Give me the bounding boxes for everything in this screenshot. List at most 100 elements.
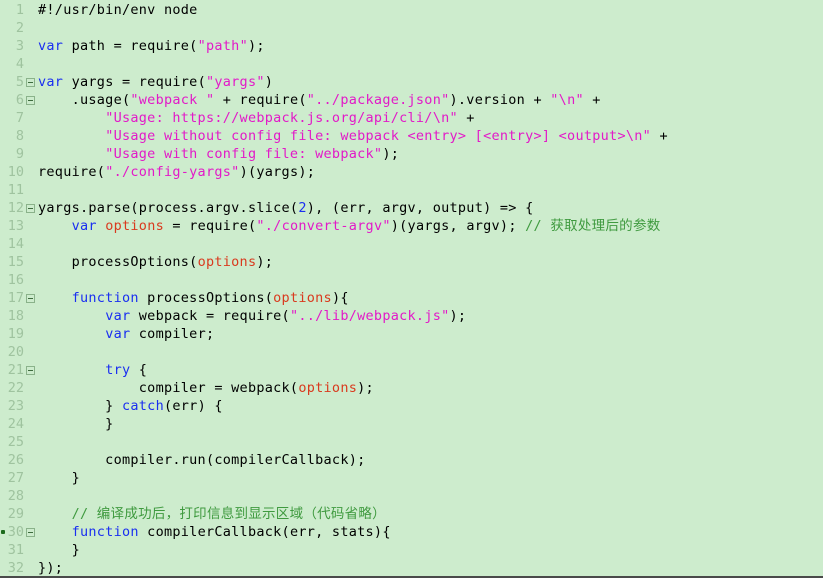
code-line-text[interactable]: function compilerCallback(err, stats){ — [38, 523, 391, 541]
code-line[interactable]: 11 — [0, 181, 823, 199]
code-line[interactable]: 28 — [0, 487, 823, 505]
line-number: 22 — [7, 380, 24, 396]
code-line[interactable]: 23 } catch(err) { — [0, 397, 823, 415]
code-line[interactable]: 9 "Usage with config file: webpack"); — [0, 145, 823, 163]
code-line-text[interactable]: function processOptions(options){ — [38, 289, 349, 307]
token-plain: ).version + — [449, 92, 551, 108]
line-number: 11 — [7, 182, 24, 198]
code-line-text[interactable]: } — [38, 541, 80, 559]
line-number: 2 — [15, 20, 24, 36]
line-number: 5 — [15, 74, 24, 90]
code-line[interactable]: 13 var options = require("./convert-argv… — [0, 217, 823, 235]
token-num: 2 — [298, 200, 307, 216]
code-line-text[interactable]: compiler = webpack(options); — [38, 379, 374, 397]
code-line[interactable]: 24 } — [0, 415, 823, 433]
code-line[interactable]: 16 — [0, 271, 823, 289]
code-line[interactable]: 14 — [0, 235, 823, 253]
token-plain: )(yargs, argv); — [390, 218, 526, 234]
code-line[interactable]: 32}); — [0, 559, 823, 576]
code-line[interactable]: 19 var compiler; — [0, 325, 823, 343]
code-fold-collapse-icon[interactable] — [26, 528, 35, 537]
code-line-text[interactable]: } — [38, 469, 80, 487]
line-number: 32 — [7, 560, 24, 576]
code-line[interactable]: 6 .usage("webpack " + require("../packag… — [0, 91, 823, 109]
token-plain: compiler = webpack( — [38, 380, 299, 396]
code-line[interactable]: 31 } — [0, 541, 823, 559]
code-line[interactable]: 10 require("./config-yargs")(yargs); — [0, 163, 823, 181]
code-line[interactable]: 30 function compilerCallback(err, stats)… — [0, 523, 823, 541]
line-number: 27 — [7, 470, 24, 486]
code-line[interactable]: 8 "Usage without config file: webpack <e… — [0, 127, 823, 145]
token-plain: { — [130, 362, 148, 378]
code-fold-collapse-icon[interactable] — [26, 366, 35, 375]
token-plain: ), (err, argv, output) => { — [306, 200, 534, 216]
code-line-text[interactable]: yargs.parse(process.argv.slice(2), (err,… — [38, 199, 533, 217]
code-line[interactable]: 5 var yargs = require("yargs") — [0, 73, 823, 91]
code-line[interactable]: 12 yargs.parse(process.argv.slice(2), (er… — [0, 199, 823, 217]
token-plain: ); — [256, 254, 274, 270]
line-number: 26 — [7, 452, 24, 468]
code-editor-pane[interactable]: 1 #!/usr/bin/env node 2 3 var path = require… — [0, 0, 823, 578]
code-line-text[interactable]: } — [38, 415, 114, 433]
code-line-text[interactable]: try { — [38, 361, 147, 379]
token-plain: yargs = require( — [63, 74, 206, 90]
line-number: 12 — [7, 200, 24, 216]
code-line-text[interactable]: .usage("webpack " + require("../package.… — [38, 91, 601, 109]
token-kw: var — [105, 308, 131, 324]
code-line-text[interactable]: #!/usr/bin/env node — [38, 1, 198, 19]
code-line-text[interactable]: processOptions(options); — [38, 253, 273, 271]
code-line-text[interactable]: require("./config-yargs")(yargs); — [38, 163, 315, 181]
code-line[interactable]: 20 — [0, 343, 823, 361]
code-line[interactable]: 17 function processOptions(options){ — [0, 289, 823, 307]
code-line-text[interactable]: var compiler; — [38, 325, 214, 343]
code-line-text[interactable]: "Usage: https://webpack.js.org/api/cli/\… — [38, 109, 475, 127]
line-number: 10 — [7, 164, 24, 180]
code-line[interactable]: 29 // 编译成功后，打印信息到显示区域（代码省略） — [0, 505, 823, 523]
code-line-text[interactable]: compiler.run(compilerCallback); — [38, 451, 366, 469]
token-str: "Usage with config file: webpack" — [105, 146, 383, 162]
code-line[interactable]: 4 — [0, 55, 823, 73]
token-plain: = require( — [164, 218, 257, 234]
code-fold-collapse-icon[interactable] — [26, 96, 35, 105]
token-plain: } — [38, 542, 80, 558]
code-line[interactable]: 3 var path = require("path"); — [0, 37, 823, 55]
code-line-text[interactable]: var webpack = require("../lib/webpack.js… — [38, 307, 466, 325]
code-line-text[interactable]: }); — [38, 559, 64, 576]
line-number: 14 — [7, 236, 24, 252]
code-fold-collapse-icon[interactable] — [26, 204, 35, 213]
code-line[interactable]: 22 compiler = webpack(options); — [0, 379, 823, 397]
code-line-text[interactable]: var yargs = require("yargs") — [38, 73, 273, 91]
code-line-text[interactable]: "Usage with config file: webpack"); — [38, 145, 399, 163]
code-line[interactable]: 2 — [0, 19, 823, 37]
code-line-text[interactable]: var path = require("path"); — [38, 37, 265, 55]
line-number: 4 — [15, 56, 24, 72]
token-str: "Usage without config file: webpack <ent… — [105, 128, 652, 144]
token-kw: var — [71, 218, 97, 234]
token-plain: + — [583, 92, 601, 108]
code-line[interactable]: 18 var webpack = require("../lib/webpack… — [0, 307, 823, 325]
token-plain: } — [38, 470, 80, 486]
code-fold-collapse-icon[interactable] — [26, 294, 35, 303]
code-line[interactable]: 25 — [0, 433, 823, 451]
line-number: 1 — [15, 2, 24, 18]
code-line-text[interactable]: // 编译成功后，打印信息到显示区域（代码省略） — [38, 505, 386, 523]
line-number: 9 — [15, 146, 24, 162]
code-line-text[interactable]: "Usage without config file: webpack <ent… — [38, 127, 668, 145]
code-lines-container[interactable]: 1 #!/usr/bin/env node 2 3 var path = require… — [0, 1, 823, 576]
code-line[interactable]: 21 try { — [0, 361, 823, 379]
code-line[interactable]: 15 processOptions(options); — [0, 253, 823, 271]
code-line[interactable]: 27 } — [0, 469, 823, 487]
token-kw: try — [105, 362, 131, 378]
code-fold-collapse-icon[interactable] — [26, 78, 35, 87]
line-number: 28 — [7, 488, 24, 504]
code-line-text[interactable]: var options = require("./convert-argv")(… — [38, 217, 661, 235]
token-plain: }); — [38, 560, 64, 576]
line-number: 6 — [15, 92, 24, 108]
code-line[interactable]: 26 compiler.run(compilerCallback); — [0, 451, 823, 469]
code-line-text[interactable]: } catch(err) { — [38, 397, 223, 415]
code-line[interactable]: 7 "Usage: https://webpack.js.org/api/cli… — [0, 109, 823, 127]
token-plain: ); — [382, 146, 400, 162]
token-kw: catch — [121, 398, 164, 414]
code-line[interactable]: 1 #!/usr/bin/env node — [0, 1, 823, 19]
